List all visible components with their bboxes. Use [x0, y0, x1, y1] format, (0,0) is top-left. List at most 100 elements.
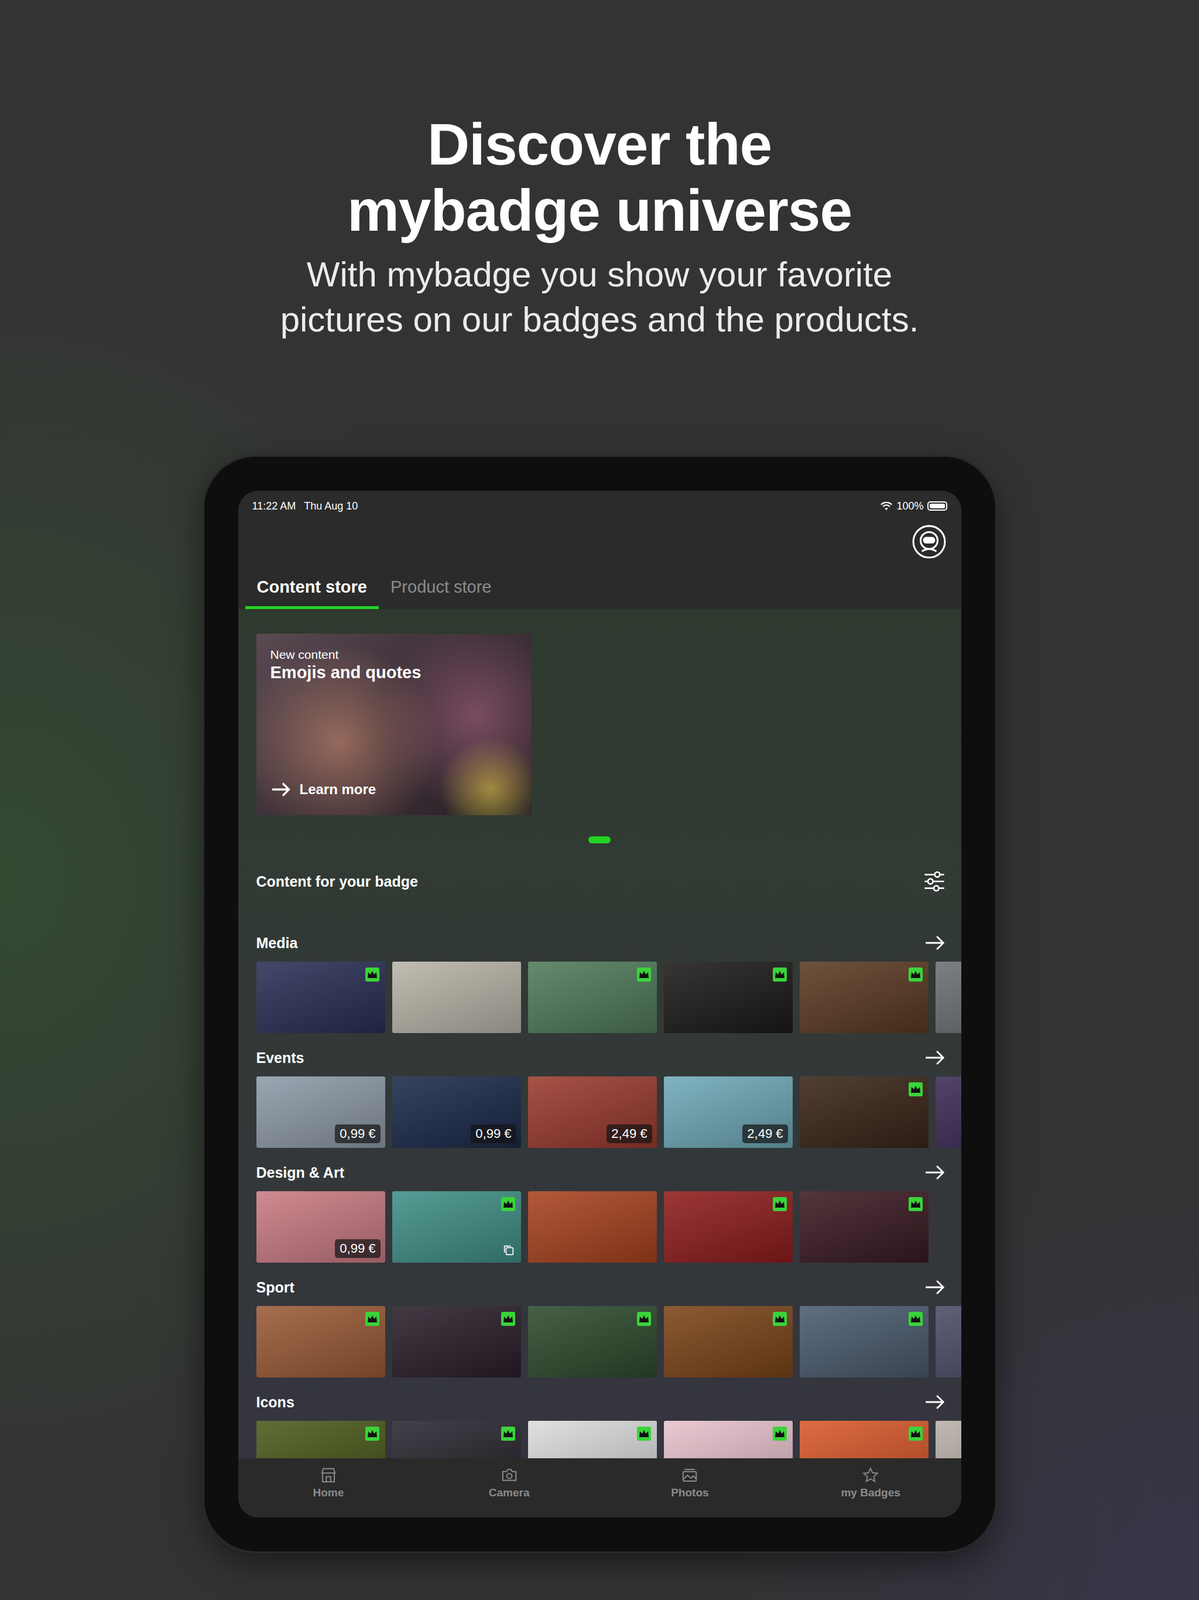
headline: Discover themybadge universe With mybadg…: [0, 111, 1199, 342]
content-tile[interactable]: 0,99 €: [392, 1076, 522, 1148]
category-row: Sport: [256, 1275, 962, 1377]
arrow-right-icon[interactable]: [923, 1160, 947, 1184]
content-tile[interactable]: [935, 961, 962, 1033]
content-tile[interactable]: [799, 1420, 929, 1458]
crown-icon: [908, 1081, 923, 1096]
content-tile[interactable]: [663, 1420, 793, 1458]
nav-item[interactable]: my Badges: [780, 1457, 962, 1517]
crown-icon: [908, 1311, 923, 1326]
category-title: Events: [256, 1049, 305, 1067]
wifi-icon: [879, 501, 893, 512]
content-tile[interactable]: [392, 1420, 522, 1458]
learn-more-text: Learn more: [299, 780, 377, 798]
crown-icon: [908, 967, 923, 982]
status-left: 11:22 AM Thu Aug 10: [252, 499, 359, 513]
pager-dot[interactable]: [588, 836, 611, 844]
content-tile[interactable]: [528, 961, 657, 1033]
category-row: Icons: [256, 1389, 962, 1458]
content-tile[interactable]: [663, 961, 793, 1033]
category-header: Design & Art: [256, 1160, 962, 1184]
content-tile[interactable]: 2,49 €: [528, 1076, 657, 1148]
content-tile[interactable]: [799, 1305, 929, 1377]
banner-eyebrow: New content: [270, 647, 518, 662]
nav-label: Camera: [488, 1485, 530, 1499]
subtitle-line: pictures on our badges and the products.: [0, 296, 1199, 342]
crown-icon: [772, 1196, 787, 1211]
content-tile[interactable]: [663, 1190, 793, 1263]
filter-sliders-icon[interactable]: [922, 869, 947, 893]
section-title: Content for your badge: [256, 872, 419, 890]
app-header: 11:22 AM Thu Aug 10 100% Content storePr…: [238, 490, 962, 609]
banner-pager: [256, 836, 962, 844]
crown-icon: [501, 1311, 516, 1326]
tile-strip: [256, 1305, 962, 1377]
copy-icon: [502, 1243, 516, 1257]
category-row: Media: [256, 930, 962, 1033]
astronaut-avatar-icon[interactable]: [912, 524, 947, 559]
content-tile[interactable]: 0,99 €: [256, 1190, 386, 1263]
content-tile[interactable]: 2,49 €: [663, 1076, 793, 1148]
crown-icon: [636, 1426, 652, 1441]
star-icon: [861, 1465, 880, 1484]
tile-strip: [256, 1420, 962, 1458]
arrow-right-icon[interactable]: [923, 1046, 947, 1069]
content-tile[interactable]: [392, 1190, 522, 1263]
content-tile[interactable]: [799, 1190, 929, 1263]
battery-icon: [927, 501, 948, 511]
nav-label: Photos: [670, 1485, 709, 1499]
nav-item[interactable]: Home: [238, 1457, 420, 1517]
crown-icon: [501, 1196, 516, 1211]
store-tabs: Content storeProduct store: [238, 562, 962, 609]
store-tab[interactable]: Product store: [378, 577, 503, 609]
tile-strip: 0,99 €: [256, 1190, 962, 1263]
content-tile[interactable]: [935, 1420, 962, 1458]
content-tile[interactable]: [663, 1305, 793, 1377]
content-tile[interactable]: [528, 1420, 657, 1458]
tile-strip: 0,99 € 0,99 € 2,49 € 2,49 €: [256, 1076, 962, 1148]
content-tile[interactable]: [935, 1076, 962, 1148]
content-tile[interactable]: [392, 1305, 522, 1377]
status-time: 11:22 AM: [252, 499, 297, 513]
status-bar: 11:22 AM Thu Aug 10 100%: [238, 490, 962, 522]
category-title: Media: [256, 934, 298, 952]
arrow-right-icon: [270, 778, 292, 800]
nav-item[interactable]: Camera: [418, 1457, 600, 1517]
banner-text: New content Emojis and quotes: [270, 647, 518, 683]
crown-icon: [772, 1426, 787, 1441]
category-title: Design & Art: [256, 1163, 345, 1181]
crown-icon: [908, 1196, 923, 1211]
category-title: Icons: [256, 1393, 295, 1411]
arrow-right-icon[interactable]: [923, 931, 947, 954]
content-tile[interactable]: [256, 961, 386, 1033]
learn-more-link[interactable]: Learn more: [270, 778, 518, 800]
crown-icon: [772, 967, 787, 982]
content-tile[interactable]: [256, 1305, 386, 1377]
price-tag: 2,49 €: [742, 1124, 788, 1143]
arrow-right-icon[interactable]: [923, 1390, 947, 1413]
content-tile[interactable]: [528, 1190, 657, 1263]
store-tab[interactable]: Content store: [245, 577, 380, 609]
content-tile[interactable]: [799, 961, 929, 1033]
price-tag: 0,99 €: [470, 1124, 516, 1143]
content-tile[interactable]: [799, 1076, 929, 1148]
headline-subtitle: With mybadge you show your favoritepictu…: [0, 251, 1199, 342]
nav-label: my Badges: [840, 1485, 900, 1499]
category-header: Events: [256, 1045, 962, 1070]
category-header: Icons: [256, 1389, 962, 1414]
battery-percent: 100%: [896, 499, 924, 513]
content-tile[interactable]: [392, 961, 522, 1033]
category-title: Sport: [256, 1278, 295, 1296]
bottom-nav: Home Camera Photos my Badges: [238, 1457, 962, 1517]
status-date: Thu Aug 10: [303, 499, 358, 513]
content-store: New content Emojis and quotes Learn more…: [238, 608, 962, 1458]
content-tile[interactable]: [256, 1420, 386, 1458]
title-line: mybadge universe: [0, 177, 1199, 244]
nav-item[interactable]: Photos: [599, 1457, 781, 1517]
arrow-right-icon[interactable]: [923, 1275, 947, 1298]
content-tile[interactable]: [935, 1305, 962, 1377]
subtitle-line: With mybadge you show your favorite: [0, 251, 1199, 297]
content-tile[interactable]: 0,99 €: [256, 1076, 386, 1148]
banner-card[interactable]: New content Emojis and quotes Learn more: [256, 633, 532, 815]
content-tile[interactable]: [528, 1305, 657, 1377]
crown-icon: [365, 1311, 380, 1326]
